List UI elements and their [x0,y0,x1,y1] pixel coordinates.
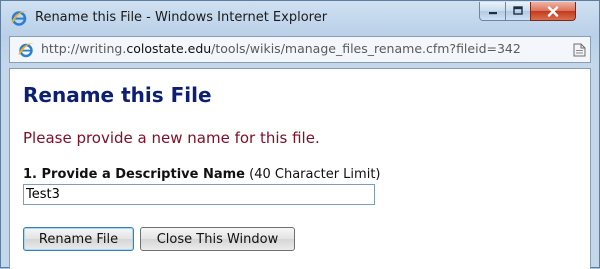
page-heading: Rename this File [23,83,212,107]
minimize-icon [488,12,497,15]
title-bar[interactable]: Rename this File - Windows Internet Expl… [1,1,599,35]
page-content: Rename this File Please provide a new na… [9,68,591,269]
ie-page-icon [18,43,34,58]
page-report-icon[interactable] [573,43,586,57]
character-limit-note: (40 Character Limit) [249,167,381,182]
close-icon [547,5,559,17]
window-title: Rename this File - Windows Internet Expl… [35,10,328,25]
minimize-button[interactable] [479,2,506,21]
file-name-input[interactable] [23,184,375,205]
url-path: /tools/wikis/manage_files_rename.cfm?fil… [211,41,521,56]
address-bar[interactable]: http://writing.colostate.edu/tools/wikis… [9,36,591,63]
name-field-label-bold: 1. Provide a Descriptive Name [23,167,245,182]
maximize-icon [513,6,523,15]
url-prefix: http://writing. [41,41,127,56]
internet-explorer-icon [11,11,27,26]
maximize-button[interactable] [505,2,531,21]
instructions-text: Please provide a new name for this file. [23,129,320,147]
close-window-button[interactable] [530,2,576,21]
browser-window: Rename this File - Windows Internet Expl… [0,0,600,269]
url-domain: colostate.edu [126,41,212,56]
rename-file-button[interactable]: Rename File [23,227,134,251]
address-url[interactable]: http://writing.colostate.edu/tools/wikis… [41,41,521,56]
close-this-window-button[interactable]: Close This Window [140,227,295,251]
name-field-label: 1. Provide a Descriptive Name (40 Charac… [23,167,380,182]
